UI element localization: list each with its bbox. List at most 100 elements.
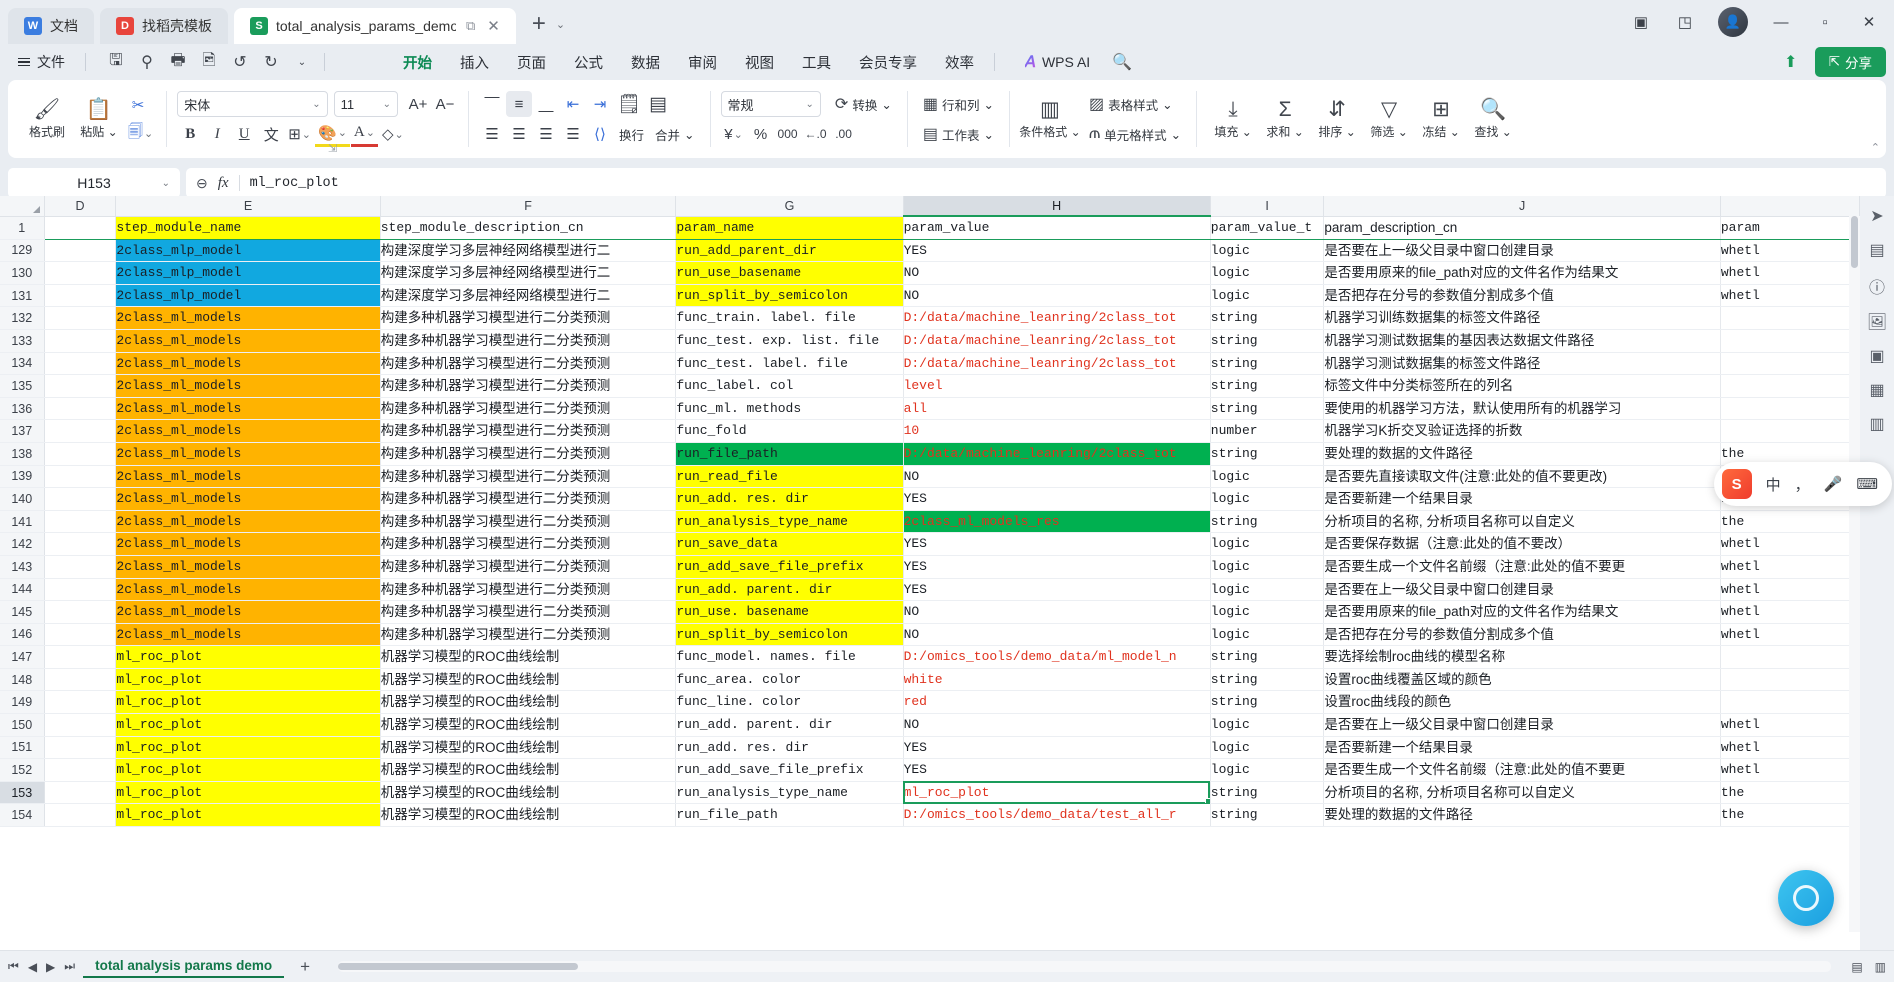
cell-F149[interactable]: 机器学习模型的ROC曲线绘制: [380, 690, 677, 715]
row-header-133[interactable]: 133: [0, 329, 45, 353]
cell-D133[interactable]: [44, 329, 117, 353]
cell-D129[interactable]: [44, 239, 117, 263]
spreadsheet-grid[interactable]: D E F G H I J 1 step_module_name step_mo…: [0, 196, 1860, 950]
find-button[interactable]: 🔍 查找 ⌄: [1467, 83, 1519, 155]
cell-D153[interactable]: [44, 781, 117, 805]
cell-D148[interactable]: [44, 668, 117, 692]
app-tab-templates[interactable]: D 找稻壳模板: [100, 8, 228, 44]
cell-J138[interactable]: 要处理的数据的文件路径: [1323, 442, 1721, 466]
cell-F134[interactable]: 构建多种机器学习模型进行二分类预测: [380, 352, 677, 376]
ribbon-tab-insert[interactable]: 插入: [446, 47, 503, 78]
table-row[interactable]: 1 step_module_name step_module_descripti…: [0, 216, 1860, 240]
clear-format-icon[interactable]: ◇ ⌄: [379, 121, 407, 147]
table-row[interactable]: 136 2class_ml_models 构建多种机器学习模型进行二分类预测 func…: [0, 397, 1860, 421]
cell-I142[interactable]: logic: [1210, 532, 1325, 556]
cell-E150[interactable]: ml_roc_plot: [115, 713, 381, 737]
increase-font-size-button[interactable]: A+: [405, 91, 431, 117]
cell-F133[interactable]: 构建多种机器学习模型进行二分类预测: [380, 329, 677, 353]
fill-button[interactable]: ⤓ 填充 ⌄: [1207, 83, 1259, 155]
cell-H136[interactable]: all: [903, 397, 1211, 421]
cell-K129[interactable]: whetl: [1720, 239, 1860, 263]
select-all-corner[interactable]: [0, 196, 45, 217]
cell-K133[interactable]: [1720, 329, 1860, 353]
cell-F131[interactable]: 构建深度学习多层神经网络模型进行二: [380, 284, 677, 308]
cell-F144[interactable]: 构建多种机器学习模型进行二分类预测: [380, 578, 677, 602]
cell-J1[interactable]: param_description_cn: [1323, 216, 1721, 240]
cell-G1[interactable]: param_name: [675, 216, 904, 240]
cell-K147[interactable]: [1720, 645, 1860, 669]
row-header-144[interactable]: 144: [0, 578, 45, 602]
cell-G144[interactable]: run_add. parent. dir: [675, 578, 904, 602]
cell-J151[interactable]: 是否要新建一个结果目录: [1323, 736, 1721, 760]
cell-J139[interactable]: 是否要先直接读取文件(注意:此处的值不要更改): [1323, 465, 1721, 489]
cell-D138[interactable]: [44, 442, 117, 466]
cell-J137[interactable]: 机器学习K折交叉验证选择的折数: [1323, 419, 1721, 443]
next-sheet-icon[interactable]: ▶: [46, 960, 55, 974]
row-header-136[interactable]: 136: [0, 397, 45, 421]
cell-I135[interactable]: string: [1210, 374, 1325, 398]
cell-F151[interactable]: 机器学习模型的ROC曲线绘制: [380, 736, 677, 760]
wrap-text-button[interactable]: 换行: [614, 121, 649, 147]
cell-J144[interactable]: 是否要在上一级父目录中窗口创建目录: [1323, 578, 1721, 602]
comma-icon[interactable]: 000: [775, 121, 801, 147]
cell-G149[interactable]: func_line. color: [675, 690, 904, 715]
cell-H148[interactable]: white: [903, 668, 1211, 692]
prev-sheet-icon[interactable]: ◀: [28, 960, 37, 974]
cell-K141[interactable]: the: [1720, 510, 1860, 534]
table-row[interactable]: 134 2class_ml_models 构建多种机器学习模型进行二分类预测 func…: [0, 352, 1860, 376]
cell-D149[interactable]: [44, 690, 117, 715]
cell-H135[interactable]: level: [903, 374, 1211, 398]
undo-icon[interactable]: ↺: [226, 49, 254, 75]
column-header-H[interactable]: H: [903, 196, 1211, 217]
more-icon[interactable]: ▥: [1869, 414, 1884, 434]
cell-H150[interactable]: NO: [903, 713, 1211, 737]
ribbon-tab-view[interactable]: 视图: [731, 47, 788, 78]
column-header-I[interactable]: I: [1210, 196, 1325, 217]
cell-J147[interactable]: 要选择绘制roc曲线的模型名称: [1323, 645, 1721, 669]
close-tab-icon[interactable]: ✕: [487, 17, 500, 35]
cell-J141[interactable]: 分析项目的名称, 分析项目名称可以自定义: [1323, 510, 1721, 534]
worksheet-button[interactable]: ▤ 工作表 ⌄: [918, 121, 999, 147]
cell-I152[interactable]: logic: [1210, 758, 1325, 782]
row-header-142[interactable]: 142: [0, 532, 45, 556]
cell-F145[interactable]: 构建多种机器学习模型进行二分类预测: [380, 600, 677, 624]
image-icon[interactable]: 🖼: [1867, 312, 1887, 332]
row-header-140[interactable]: 140: [0, 487, 45, 511]
cell-J152[interactable]: 是否要生成一个文件名前缀（注意:此处的值不要更: [1323, 758, 1721, 782]
row-header-141[interactable]: 141: [0, 510, 45, 534]
cell-K131[interactable]: whetl: [1720, 284, 1860, 308]
ribbon-tab-page[interactable]: 页面: [503, 47, 560, 78]
cell-K1[interactable]: param: [1720, 216, 1860, 240]
freeze-panes-button[interactable]: ⊞ 冻结 ⌄: [1415, 83, 1467, 155]
row-header-129[interactable]: 129: [0, 239, 45, 263]
decrease-indent-icon[interactable]: ⇤: [560, 91, 586, 117]
upload-icon[interactable]: ⬆: [1777, 49, 1805, 75]
cell-G138[interactable]: run_file_path: [675, 442, 904, 466]
cell-H141[interactable]: 2class_ml_models_res: [903, 510, 1211, 534]
cell-E137[interactable]: 2class_ml_models: [115, 419, 381, 443]
row-header-139[interactable]: 139: [0, 465, 45, 489]
cell-F143[interactable]: 构建多种机器学习模型进行二分类预测: [380, 555, 677, 579]
cell-K135[interactable]: [1720, 374, 1860, 398]
align-right-icon[interactable]: ☰: [533, 121, 559, 147]
ribbon-tab-tools[interactable]: 工具: [788, 47, 845, 78]
row-header-148[interactable]: 148: [0, 668, 45, 692]
row-header-137[interactable]: 137: [0, 419, 45, 443]
microphone-icon[interactable]: 🎤: [1824, 475, 1843, 493]
formula-input[interactable]: ⊖ fx ml_roc_plot: [186, 168, 1886, 198]
cell-G134[interactable]: func_test. label. file: [675, 352, 904, 376]
cell-K148[interactable]: [1720, 668, 1860, 692]
cell-J154[interactable]: 要处理的数据的文件路径: [1323, 803, 1721, 828]
cell-E129[interactable]: 2class_mlp_model: [115, 239, 381, 263]
cell-F140[interactable]: 构建多种机器学习模型进行二分类预测: [380, 487, 677, 511]
name-box[interactable]: H153 ⌄: [8, 168, 180, 198]
cell-J149[interactable]: 设置roc曲线段的颜色: [1323, 690, 1721, 715]
cell-F154[interactable]: 机器学习模型的ROC曲线绘制: [380, 803, 677, 828]
cell-J153[interactable]: 分析项目的名称, 分析项目名称可以自定义: [1323, 781, 1721, 805]
cell-H138[interactable]: D:/data/machine_leanring/2class_tot: [903, 442, 1211, 466]
cell-F139[interactable]: 构建多种机器学习模型进行二分类预测: [380, 465, 677, 489]
vertical-scroll-thumb[interactable]: [1851, 216, 1858, 268]
pinyin-icon[interactable]: 文: [258, 121, 284, 147]
cell-H142[interactable]: YES: [903, 532, 1211, 556]
cell-G139[interactable]: run_read_file: [675, 465, 904, 489]
